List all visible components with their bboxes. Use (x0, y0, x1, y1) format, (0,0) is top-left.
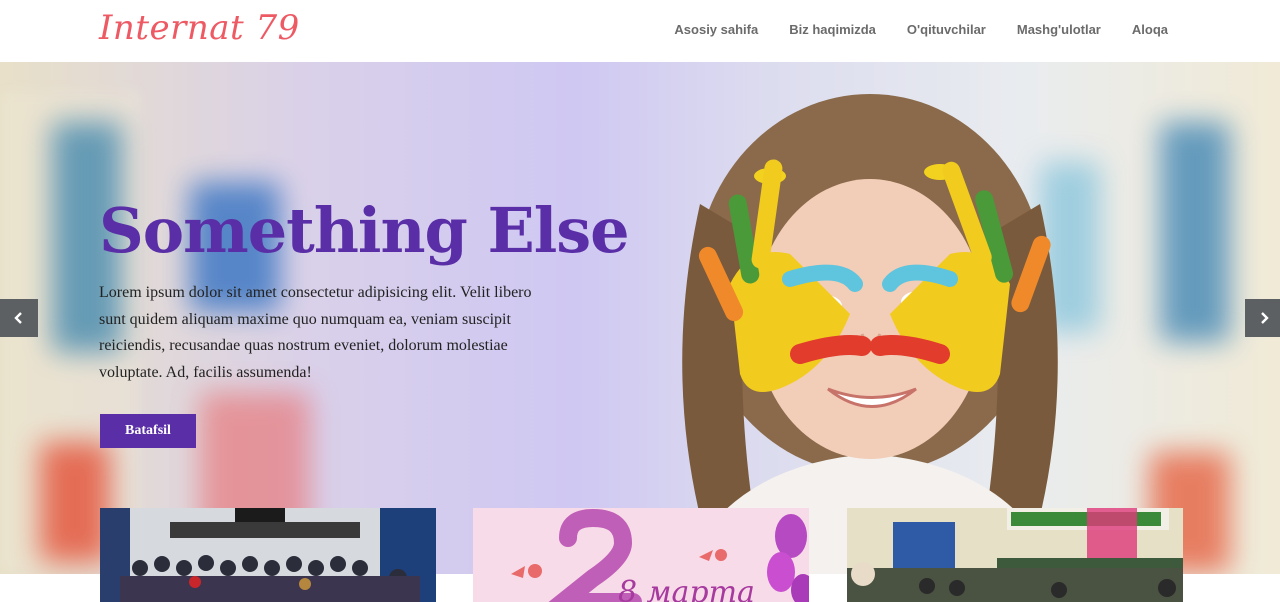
chevron-right-icon (1261, 312, 1269, 324)
nav-link-contact[interactable]: Aloqa (1132, 22, 1168, 37)
nav-link-teachers[interactable]: O'qituvchilar (907, 22, 986, 37)
main-nav: Asosiy sahifa Biz haqimizda O'qituvchila… (674, 22, 1168, 37)
background-blur (1160, 122, 1230, 342)
nav-link-home[interactable]: Asosiy sahifa (674, 22, 758, 37)
hero-title: Something Else (99, 194, 630, 267)
card-school-group-photo[interactable] (100, 508, 436, 602)
card-march-8-greeting[interactable]: 8 марта (473, 508, 809, 602)
child-painted-hands-illustration (680, 94, 1060, 574)
card-classroom-photo[interactable] (847, 508, 1183, 602)
hero-description: Lorem ipsum dolor sit amet consectetur a… (99, 284, 532, 381)
site-header: Internat 79 Asosiy sahifa Biz haqimizda … (0, 0, 1280, 62)
nav-link-about[interactable]: Biz haqimizda (789, 22, 876, 37)
more-button[interactable]: Batafsil (100, 414, 196, 448)
classroom-photo-image (847, 508, 1183, 602)
next-slide-button[interactable] (1245, 299, 1280, 337)
march-8-card-image: 8 марта (473, 508, 809, 602)
group-photo-image (100, 508, 436, 602)
site-logo[interactable]: Internat 79 (99, 8, 300, 48)
nav-link-activities[interactable]: Mashg'ulotlar (1017, 22, 1101, 37)
prev-slide-button[interactable] (0, 299, 38, 337)
march-8-text: 8 марта (618, 575, 755, 602)
hero-child-image (640, 84, 1100, 574)
hero-slider: Something Else Lorem ipsum dolor sit ame… (0, 62, 1280, 574)
chevron-left-icon (14, 312, 22, 324)
